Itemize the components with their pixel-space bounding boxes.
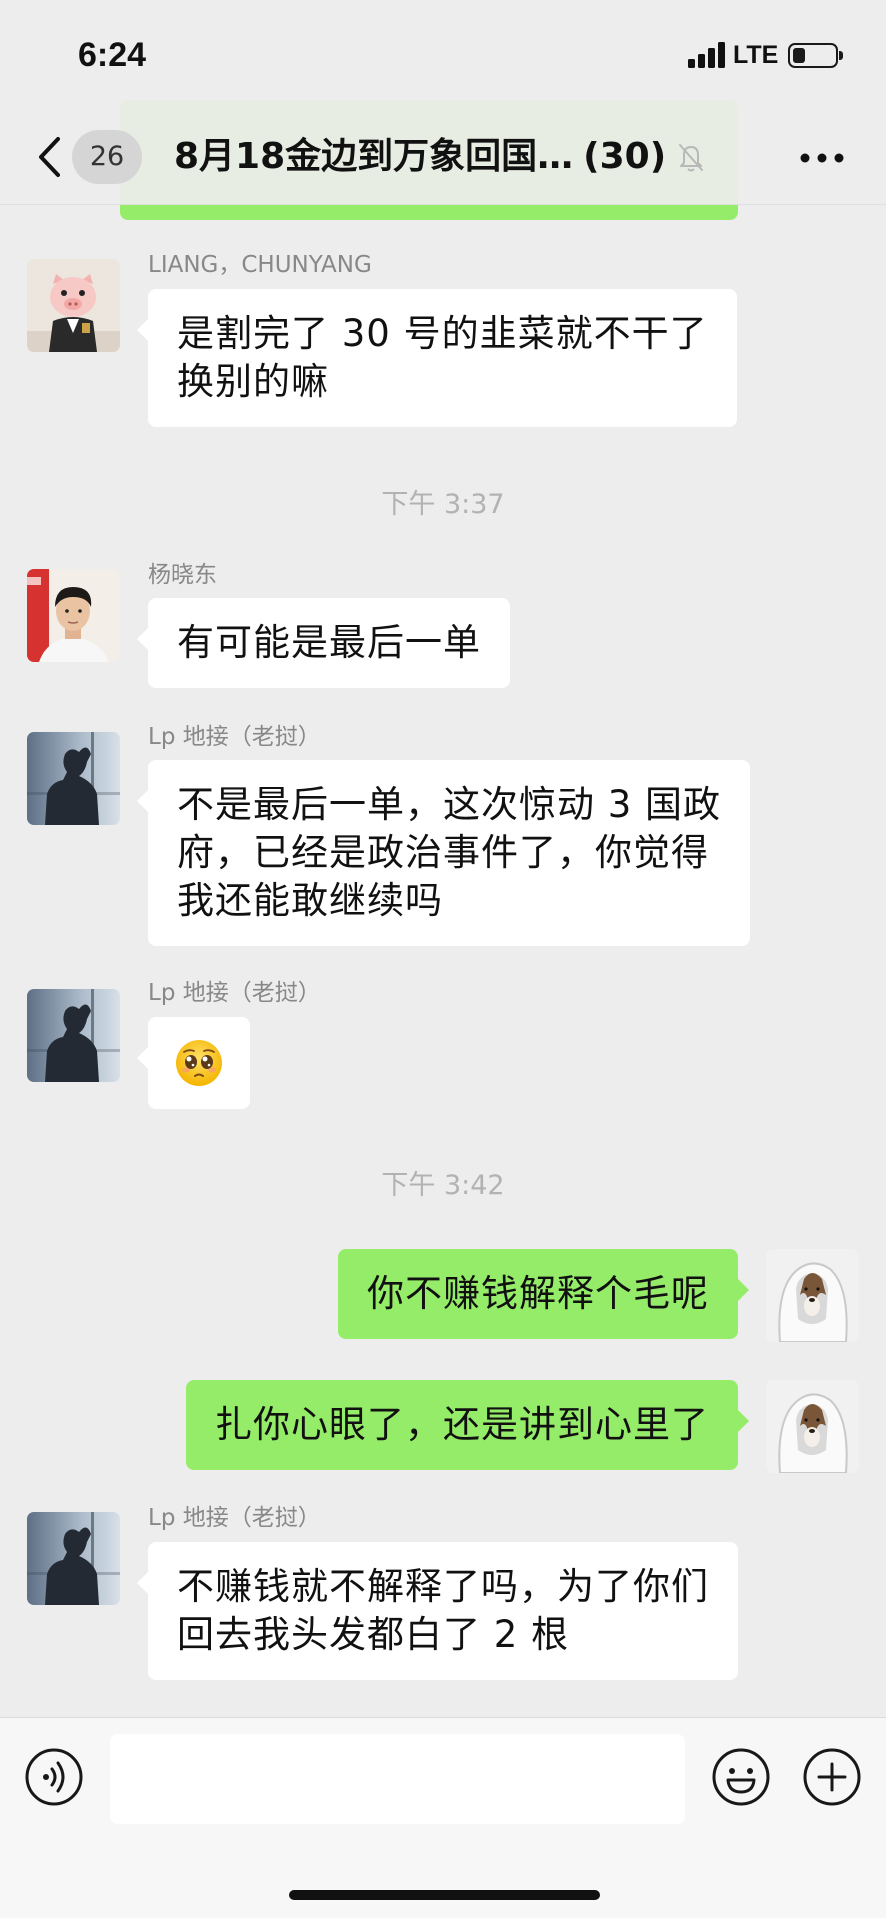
message-text: 扎你心眼了，还是讲到心里了 bbox=[215, 1403, 709, 1446]
voice-input-icon bbox=[25, 1748, 83, 1806]
member-count: (30) bbox=[583, 136, 667, 177]
pleading-face-icon bbox=[176, 1040, 222, 1086]
header: 6:24 LTE 26 8月18金边到万象回国… (30) bbox=[0, 0, 886, 205]
sender-name: Lp 地接（老挝） bbox=[148, 1505, 321, 1531]
avatar-lp[interactable] bbox=[27, 989, 120, 1082]
avatar-self[interactable] bbox=[766, 1249, 859, 1342]
avatar-lp[interactable] bbox=[27, 732, 120, 825]
cellular-signal-icon bbox=[688, 42, 725, 68]
message-text: 回去我头发都白了 2 根 bbox=[177, 1613, 570, 1656]
message-bubble[interactable]: 有可能是最后一单 bbox=[137, 598, 510, 688]
sender-name: 杨晓东 bbox=[148, 562, 217, 588]
plus-circle-icon bbox=[803, 1748, 861, 1806]
message-text: 我还能敢继续吗 bbox=[177, 879, 443, 922]
avatar-liang-chunyang[interactable] bbox=[27, 259, 120, 352]
message-bubble[interactable]: 扎你心眼了，还是讲到心里了 bbox=[186, 1380, 749, 1470]
signal-bar bbox=[698, 54, 705, 68]
signal-bar bbox=[708, 48, 715, 68]
sender-name: Lp 地接（老挝） bbox=[148, 980, 321, 1006]
message-bubble[interactable]: 不赚钱就不解释了吗，为了你们 回去我头发都白了 2 根 bbox=[137, 1542, 738, 1680]
message-text: 你不赚钱解释个毛呢 bbox=[367, 1272, 709, 1315]
message-bubble[interactable]: 是割完了 30 号的韭菜就不干了 换别的嘛 bbox=[137, 289, 737, 427]
chat-title: 8月18金边到万象回国… bbox=[174, 136, 574, 177]
chat-area[interactable]: LIANG，CHUNYANG 是割完了 30 号的韭菜就不干了 换别的嘛 下午 … bbox=[0, 0, 886, 1717]
message-text: 换别的嘛 bbox=[177, 360, 329, 403]
emoji-icon bbox=[712, 1748, 770, 1806]
signal-bar bbox=[718, 42, 725, 68]
message-bubble[interactable]: 你不赚钱解释个毛呢 bbox=[338, 1249, 749, 1339]
message-input[interactable] bbox=[110, 1734, 685, 1824]
avatar-lp[interactable] bbox=[27, 1512, 120, 1605]
unread-count-badge[interactable]: 26 bbox=[72, 130, 142, 184]
timestamp: 下午 3:42 bbox=[381, 1170, 505, 1201]
battery-icon bbox=[788, 43, 843, 68]
message-text: 不赚钱就不解释了吗，为了你们 bbox=[177, 1565, 709, 1608]
sender-name: Lp 地接（老挝） bbox=[148, 724, 321, 750]
chevron-left-icon bbox=[39, 137, 60, 177]
bell-slash-icon bbox=[679, 144, 704, 172]
emoji-message-bubble[interactable] bbox=[137, 1017, 250, 1109]
more-button[interactable] bbox=[796, 140, 848, 176]
home-indicator bbox=[289, 1890, 600, 1900]
back-button[interactable] bbox=[30, 132, 70, 182]
timestamp: 下午 3:37 bbox=[381, 489, 505, 520]
message-text: 有可能是最后一单 bbox=[177, 621, 481, 664]
avatar-self[interactable] bbox=[766, 1380, 859, 1473]
signal-bar bbox=[688, 59, 695, 68]
message-bubble[interactable]: 不是最后一单，这次惊动 3 国政 府，已经是政治事件了，你觉得 我还能敢继续吗 bbox=[136, 760, 751, 946]
input-bar bbox=[0, 1717, 886, 1918]
more-actions-button[interactable] bbox=[802, 1747, 862, 1807]
emoji-button[interactable] bbox=[711, 1747, 771, 1807]
sender-name: LIANG，CHUNYANG bbox=[148, 252, 372, 278]
voice-input-button[interactable] bbox=[24, 1747, 84, 1807]
network-type: LTE bbox=[733, 41, 779, 69]
message-text: 是割完了 30 号的韭菜就不干了 bbox=[177, 312, 708, 355]
battery-fill bbox=[793, 48, 805, 63]
avatar-yang-xiaodong[interactable] bbox=[27, 569, 120, 662]
chat-title-group: 8月18金边到万象回国… (30) bbox=[174, 130, 706, 184]
message-text: 不是最后一单，这次惊动 3 国政 bbox=[177, 783, 722, 826]
more-dots-icon bbox=[800, 153, 844, 163]
status-time: 6:24 bbox=[78, 36, 147, 74]
message-text: 府，已经是政治事件了，你觉得 bbox=[177, 831, 709, 874]
